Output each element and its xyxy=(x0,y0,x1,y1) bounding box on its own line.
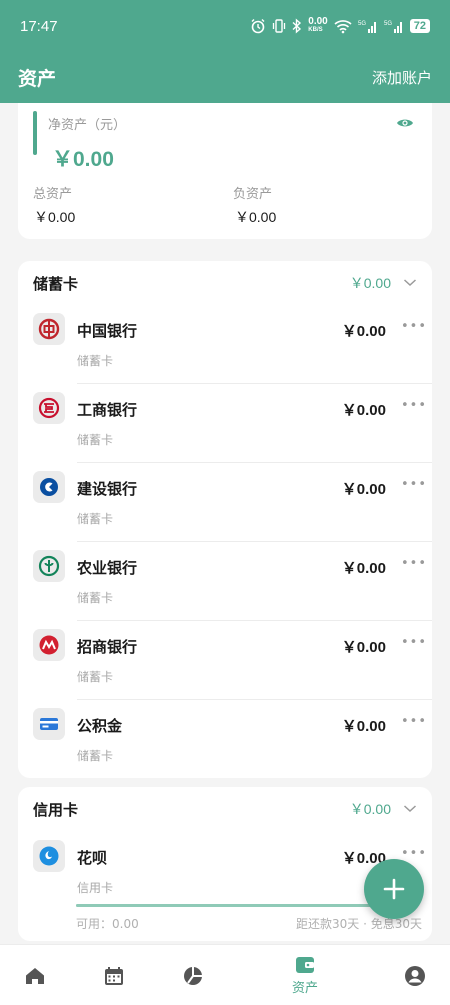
account-amount: ￥0.00 xyxy=(341,402,386,419)
more-icon[interactable]: ••• xyxy=(401,398,427,413)
chevron-down-icon[interactable] xyxy=(403,278,417,288)
nav-calendar[interactable] xyxy=(84,945,144,1005)
wallet-icon xyxy=(296,957,314,973)
alarm-icon xyxy=(251,19,265,34)
net-assets-value: ￥0.00 xyxy=(52,148,114,171)
savings-title: 储蓄卡 xyxy=(33,274,79,293)
account-type: 储蓄卡 xyxy=(77,591,114,605)
nav-statistics[interactable] xyxy=(163,945,223,1005)
account-amount: ￥0.00 xyxy=(341,639,386,656)
bottom-nav: 资产 xyxy=(0,944,450,1005)
credit-header[interactable]: 信用卡 ￥0.00 xyxy=(33,797,417,821)
plus-icon xyxy=(383,878,405,900)
account-type: 储蓄卡 xyxy=(77,512,114,526)
svg-text:5G: 5G xyxy=(384,21,392,27)
boc-logo-icon xyxy=(33,313,65,345)
account-type: 储蓄卡 xyxy=(77,354,114,368)
account-type: 储蓄卡 xyxy=(77,433,114,447)
savings-total: ￥0.00 xyxy=(349,275,391,291)
credit-usage-fill xyxy=(76,904,414,907)
status-bar: 17:47 0.00 KB/S 5G 5G 72 xyxy=(0,0,450,52)
credit-summary: ￥0.00 xyxy=(350,799,417,819)
savings-summary: ￥0.00 xyxy=(350,273,417,293)
account-row-ccb[interactable]: 建设银行 储蓄卡 ￥0.00 ••• xyxy=(18,463,432,542)
vibrate-icon xyxy=(273,19,286,33)
account-name: 中国银行 xyxy=(77,322,138,340)
account-amount: ￥0.00 xyxy=(341,718,386,735)
more-icon[interactable]: ••• xyxy=(401,477,427,492)
home-icon xyxy=(26,967,44,984)
more-icon[interactable]: ••• xyxy=(401,556,427,571)
more-icon[interactable]: ••• xyxy=(401,714,427,729)
nav-assets[interactable]: 资产 xyxy=(275,945,335,1005)
total-assets-label: 总资产 xyxy=(33,187,73,202)
account-amount: ￥0.00 xyxy=(341,560,386,577)
add-fab-button[interactable] xyxy=(364,859,424,919)
net-speed: 0.00 KB/S xyxy=(308,16,328,34)
account-type: 储蓄卡 xyxy=(77,749,114,763)
account-amount: ￥0.00 xyxy=(341,323,386,340)
net-speed-value: 0.00 xyxy=(308,16,328,27)
credit-total: ￥0.00 xyxy=(349,801,391,817)
nav-assets-label: 资产 xyxy=(291,981,318,996)
add-account-button[interactable]: 添加账户 xyxy=(372,67,432,88)
net-speed-unit: KB/S xyxy=(308,27,323,33)
account-name: 招商银行 xyxy=(77,638,138,656)
title-row: 资产 添加账户 xyxy=(0,58,450,96)
net-assets-label: 净资产（元） xyxy=(48,118,127,133)
account-name: 农业银行 xyxy=(77,559,138,577)
status-icons: 0.00 KB/S 5G 5G 72 xyxy=(250,16,430,34)
account-row-fund[interactable]: 公积金 储蓄卡 ￥0.00 ••• xyxy=(18,700,432,779)
abc-logo-icon xyxy=(33,550,65,582)
account-row-boc[interactable]: 中国银行 储蓄卡 ￥0.00 ••• xyxy=(18,305,432,384)
account-row-abc[interactable]: 农业银行 储蓄卡 ￥0.00 ••• xyxy=(18,542,432,621)
account-name: 工商银行 xyxy=(77,401,138,419)
account-name: 花呗 xyxy=(77,849,108,867)
nav-home[interactable] xyxy=(5,945,65,1005)
chevron-down-icon[interactable] xyxy=(403,804,417,814)
icbc-logo-icon xyxy=(33,392,65,424)
liabilities-value: ￥0.00 xyxy=(235,209,277,225)
savings-header[interactable]: 储蓄卡 ￥0.00 xyxy=(33,271,417,295)
account-row-cmb[interactable]: 招商银行 储蓄卡 ￥0.00 ••• xyxy=(18,621,432,700)
signal-5g-icon: 5G xyxy=(358,21,376,33)
more-icon[interactable]: ••• xyxy=(401,846,427,861)
liabilities-label: 负资产 xyxy=(233,187,273,202)
pie-chart-icon xyxy=(184,966,202,985)
profile-icon xyxy=(405,965,425,986)
credit-title: 信用卡 xyxy=(33,800,79,819)
battery-indicator: 72 xyxy=(409,19,430,33)
bluetooth-icon xyxy=(292,18,302,34)
svg-text:5G: 5G xyxy=(358,21,366,27)
signal-5g-icon-2: 5G xyxy=(384,21,402,33)
ccb-logo-icon xyxy=(33,471,65,503)
total-assets-value: ￥0.00 xyxy=(34,209,76,225)
huabei-logo-icon xyxy=(33,840,65,872)
status-time: 17:47 xyxy=(20,17,58,35)
more-icon[interactable]: ••• xyxy=(401,319,427,334)
credit-available: 可用：0.00 xyxy=(76,917,139,931)
calendar-icon xyxy=(105,966,123,985)
page-title: 资产 xyxy=(18,67,57,90)
credit-usage-bar xyxy=(76,904,414,907)
account-type: 信用卡 xyxy=(77,881,114,895)
account-name: 建设银行 xyxy=(77,480,138,498)
net-assets-accent-bar xyxy=(33,111,37,155)
wifi-icon xyxy=(334,20,352,34)
card-icon xyxy=(33,708,65,740)
cmb-logo-icon xyxy=(33,629,65,661)
nav-profile[interactable] xyxy=(385,945,445,1005)
account-row-icbc[interactable]: 工商银行 储蓄卡 ￥0.00 ••• xyxy=(18,384,432,463)
more-icon[interactable]: ••• xyxy=(401,635,427,650)
app-header: 17:47 0.00 KB/S 5G 5G 72 资产 添加账户 xyxy=(0,0,450,103)
account-name: 公积金 xyxy=(77,717,123,735)
account-amount: ￥0.00 xyxy=(341,481,386,498)
account-type: 储蓄卡 xyxy=(77,670,114,684)
eye-icon[interactable] xyxy=(396,116,414,130)
